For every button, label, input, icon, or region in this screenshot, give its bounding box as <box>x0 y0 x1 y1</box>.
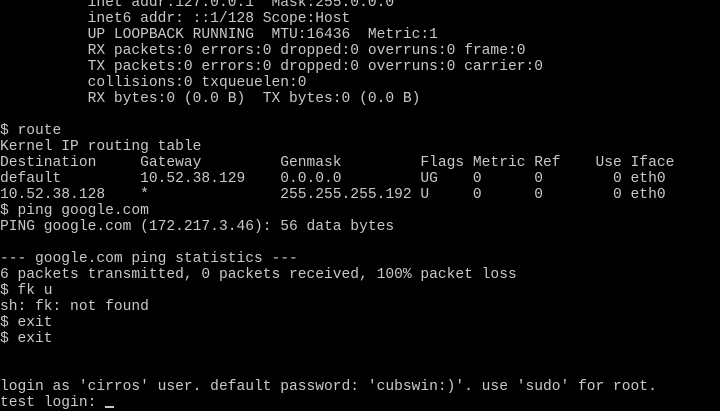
terminal-line-routing-title: Kernel IP routing table <box>0 139 202 155</box>
terminal-line-inet-addr: inet addr:127.0.0.1 Mask:255.0.0.0 <box>0 0 395 11</box>
terminal-line-ping-cmd: $ ping google.com <box>0 203 149 219</box>
terminal-line-route-default: default 10.52.38.129 0.0.0.0 UG 0 0 0 et… <box>0 171 666 187</box>
terminal-line-bytes: RX bytes:0 (0.0 B) TX bytes:0 (0.0 B) <box>0 91 421 107</box>
text-cursor <box>105 406 115 408</box>
terminal-screen[interactable]: inet addr:127.0.0.1 Mask:255.0.0.0 inet6… <box>0 0 720 411</box>
terminal-line-tx-packets: TX packets:0 errors:0 dropped:0 overruns… <box>0 59 543 75</box>
terminal-line-exit-cmd: $ exit <box>0 331 53 347</box>
terminal-line-inet6-addr: inet6 addr: ::1/128 Scope:Host <box>0 11 351 27</box>
terminal-line-routing-header: Destination Gateway Genmask Flags Metric… <box>0 155 675 171</box>
login-prompt: test login: <box>0 395 106 411</box>
terminal-line-route-cmd: $ route <box>0 123 62 139</box>
terminal-line-collisions: collisions:0 txqueuelen:0 <box>0 75 307 91</box>
terminal-line-fk-error: sh: fk: not found <box>0 299 149 315</box>
terminal-line-ping-header: PING google.com (172.217.3.46): 56 data … <box>0 219 395 235</box>
terminal-line-ping-stats-title: --- google.com ping statistics --- <box>0 251 298 267</box>
terminal-line-ping-stats: 6 packets transmitted, 0 packets receive… <box>0 267 517 283</box>
terminal-line-exit-cmd: $ exit <box>0 315 53 331</box>
login-prompt-line[interactable]: test login: <box>0 395 720 411</box>
terminal-line-fk-cmd: $ fk u <box>0 283 53 299</box>
terminal-line-login-hint: login as 'cirros' user. default password… <box>0 379 657 395</box>
terminal-line-flags: UP LOOPBACK RUNNING MTU:16436 Metric:1 <box>0 27 438 43</box>
terminal-line-route-subnet: 10.52.38.128 * 255.255.255.192 U 0 0 0 e… <box>0 187 666 203</box>
terminal-line-rx-packets: RX packets:0 errors:0 dropped:0 overruns… <box>0 43 526 59</box>
